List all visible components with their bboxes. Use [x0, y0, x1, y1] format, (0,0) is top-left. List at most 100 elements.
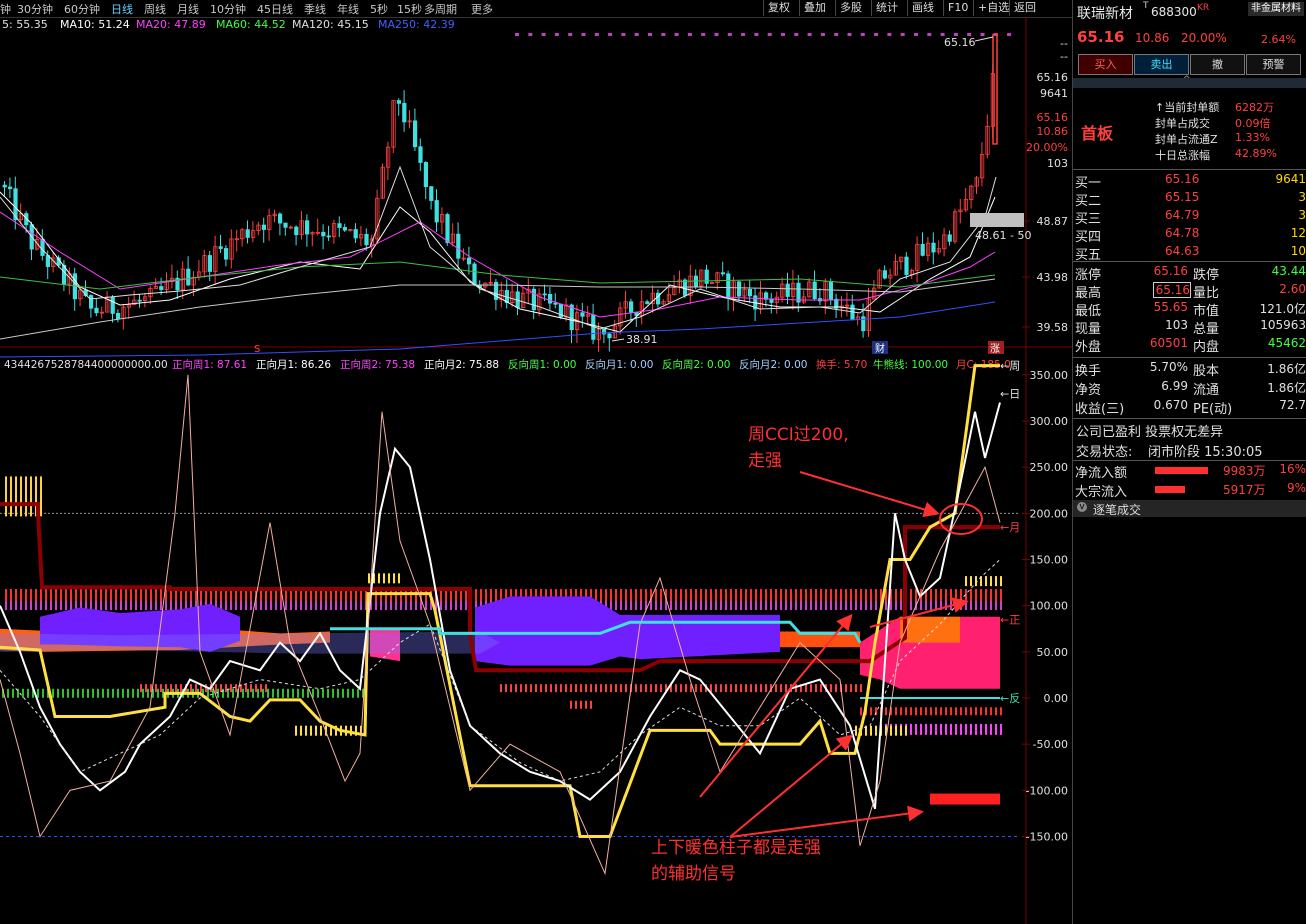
- magenta-tick: [290, 601, 292, 611]
- period-tab[interactable]: 多周期: [424, 1, 457, 17]
- sector-tag[interactable]: 非金属材料: [1248, 2, 1304, 16]
- toolbar-1-button[interactable]: 叠加: [799, 0, 830, 16]
- green-tick: [157, 688, 159, 698]
- magenta-tick: [35, 601, 37, 611]
- candle-body: [45, 255, 51, 267]
- magenta-tick: [305, 601, 307, 611]
- price-panel[interactable]: 5: 55.35 MA10: 51.24 MA20: 47.89 MA60: 44.5…: [0, 17, 1072, 358]
- red-tick: [65, 589, 67, 603]
- stat-value: 55.65: [1153, 300, 1188, 314]
- candle-body: [812, 281, 817, 299]
- magenta-tick: [780, 601, 782, 611]
- red-tick: [820, 589, 822, 603]
- seal-value: 0.09倍: [1235, 117, 1271, 130]
- magenta-tick: [930, 601, 932, 611]
- toolbar-2-button[interactable]: 多股: [835, 0, 866, 16]
- candle-body: [542, 293, 547, 296]
- magenta-tick: [995, 723, 997, 735]
- flow-pct: 16%: [1279, 462, 1306, 476]
- period-tab[interactable]: 周线: [144, 1, 166, 17]
- stat-value: 121.0亿: [1259, 302, 1306, 316]
- red-tick: [915, 707, 917, 716]
- candles[interactable]: [2, 33, 998, 352]
- period-tab[interactable]: 15秒: [397, 1, 422, 17]
- red-tick: [720, 684, 722, 693]
- toolbar-0-button[interactable]: 复权: [763, 0, 794, 16]
- candle-body: [796, 282, 801, 303]
- order-book-volume: 12: [1290, 226, 1306, 240]
- order-book-label: 买二: [1075, 194, 1102, 209]
- period-tab[interactable]: 10分钟: [210, 1, 246, 17]
- signal-dot: [754, 33, 759, 36]
- sell-button[interactable]: 卖出: [1134, 54, 1189, 75]
- red-tick: [745, 684, 747, 693]
- red-tick: [615, 589, 617, 603]
- alert-button[interactable]: 预警: [1246, 54, 1301, 75]
- candle-body: [747, 288, 753, 297]
- candle-body: [947, 234, 952, 242]
- candle-body: [304, 220, 310, 235]
- toolbar-7-button[interactable]: 返回: [1009, 0, 1040, 16]
- red-tick: [95, 589, 97, 603]
- indicator-panel[interactable]: 4344267528784400000000.00 正向周1: 87.61 正向月1…: [0, 347, 1068, 924]
- sector-change: 2.64%: [1261, 33, 1296, 46]
- magenta-tick: [820, 601, 822, 611]
- toolbar-5-button[interactable]: F10: [943, 0, 972, 16]
- collapse-bar[interactable]: ^: [1073, 75, 1306, 88]
- yellow-tick: [900, 725, 902, 736]
- period-tab[interactable]: 30分钟: [17, 1, 53, 17]
- period-tab[interactable]: 60分钟: [64, 1, 100, 17]
- ticks-header[interactable]: v 逐笔成交: [1073, 500, 1306, 517]
- red-tick: [795, 589, 797, 603]
- red-tick: [935, 707, 937, 716]
- red-tick: [945, 707, 947, 716]
- period-tab[interactable]: 季线: [304, 1, 326, 17]
- magenta-tick: [335, 601, 337, 611]
- red-tick: [590, 700, 592, 709]
- magenta-tick: [275, 601, 277, 611]
- indicator-legend-item: 反向月2: 0.00: [739, 358, 807, 371]
- signal-dot: [701, 33, 706, 36]
- period-tab[interactable]: 年线: [337, 1, 359, 17]
- period-tab[interactable]: 日线: [111, 1, 133, 17]
- period-tab[interactable]: 月线: [177, 1, 199, 17]
- yellow-tick: [393, 573, 395, 584]
- seal-label: 封单占流通Z: [1155, 133, 1218, 146]
- candle-body: [110, 296, 115, 314]
- red-tick: [590, 684, 592, 693]
- red-tick: [835, 684, 837, 693]
- cancel-order-button[interactable]: 撤: [1190, 54, 1245, 75]
- toolbar-4-button[interactable]: 画线: [907, 0, 938, 16]
- red-tick: [1000, 589, 1002, 603]
- magenta-tick: [960, 723, 962, 735]
- red-tick: [580, 684, 582, 693]
- indicator-axis-label: 250.00: [1030, 461, 1069, 474]
- red-tick: [720, 589, 722, 603]
- red-tick: [990, 707, 992, 716]
- signal-dot: [674, 33, 679, 36]
- toolbar-6-button[interactable]: +自选: [973, 0, 1013, 16]
- period-tab[interactable]: 45日线: [257, 1, 293, 17]
- period-tab[interactable]: 5秒: [370, 1, 388, 17]
- chart-area[interactable]: 5: 55.35 MA10: 51.24 MA20: 47.89 MA60: 44.5…: [0, 17, 1072, 924]
- magenta-tick: [970, 723, 972, 735]
- red-tick: [570, 684, 572, 693]
- magenta-tick: [265, 601, 267, 611]
- magenta-tick: [850, 601, 852, 611]
- period-tab[interactable]: 钟: [0, 1, 11, 17]
- red-tick: [855, 684, 857, 693]
- annotation-bars-line2: 的辅助信号: [651, 864, 736, 884]
- magenta-tick: [845, 601, 847, 611]
- indicator-legend-item: 正向周2: 75.38: [340, 358, 415, 371]
- yellow-tick: [368, 573, 370, 584]
- period-tab[interactable]: 更多: [471, 1, 493, 17]
- candle-body: [396, 100, 402, 104]
- green-tick: [147, 688, 149, 698]
- signal-dot: [608, 33, 613, 36]
- price-axis-label: --: [1060, 37, 1068, 50]
- buy-button[interactable]: 买入: [1078, 54, 1133, 75]
- flow-bar: [1155, 467, 1208, 474]
- magenta-tick: [230, 601, 232, 611]
- red-tick: [165, 684, 167, 693]
- toolbar-3-button[interactable]: 统计: [871, 0, 902, 16]
